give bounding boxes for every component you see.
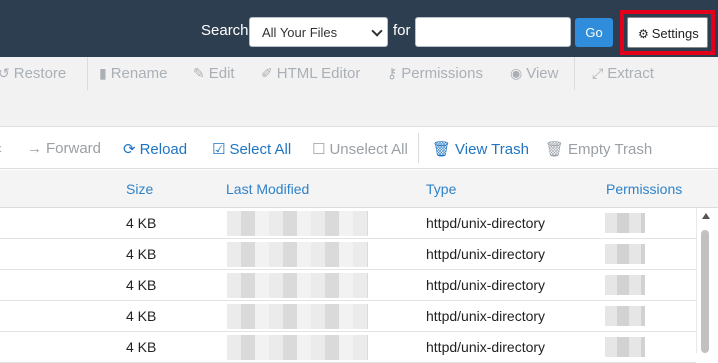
html-editor-button[interactable]: ✐ HTML Editor [261,65,360,82]
chevron-down-icon [371,25,383,37]
toolbar-divider [574,57,575,90]
column-type[interactable]: Type [426,181,456,197]
trash-icon: 🗑 [545,141,565,158]
restore-button[interactable]: ↺ Restore [0,65,66,82]
column-permissions[interactable]: Permissions [606,181,682,197]
redacted-date [227,273,368,298]
table-row[interactable]: 4 KB httpd/unix-directory [0,270,696,301]
redacted-date [227,242,368,267]
table-row[interactable]: 4 KB httpd/unix-directory [0,208,696,239]
table-row[interactable]: 4 KB httpd/unix-directory [0,332,696,363]
size-cell: 4 KB [126,277,157,293]
view-button[interactable]: ◉ View [510,65,558,82]
empty-trash-button[interactable]: 🗑 Empty Trash [545,140,652,158]
nav-divider [418,133,419,163]
type-cell: httpd/unix-directory [426,308,546,324]
type-cell: httpd/unix-directory [426,215,546,231]
type-cell: httpd/unix-directory [426,277,546,293]
permissions-button[interactable]: ⚷ Permissions [387,65,483,82]
search-scope-value: All Your Files [262,25,338,40]
scrollbar-thumb[interactable] [701,230,709,353]
reload-icon: ⟳ [123,141,136,158]
for-label: for [393,22,411,39]
pencil-icon: ✎ [193,65,205,81]
search-input[interactable] [415,17,571,47]
extract-button[interactable]: ⤢ Extract [592,65,654,82]
redacted-permissions [605,244,645,264]
top-search-bar: Search All Your Files for Go ⚙ Settings [0,0,718,57]
back-icon-fragment: ‹ [0,140,2,157]
checked-box-icon: ☑ [212,141,226,158]
eye-icon: ◉ [510,65,523,81]
column-size[interactable]: Size [126,181,153,197]
rename-button[interactable]: ▮ Rename [99,65,167,82]
trash-icon: 🗑 [432,141,452,158]
table-row[interactable]: 4 KB httpd/unix-directory [0,301,696,332]
restore-icon: ↺ [0,65,10,81]
settings-button[interactable]: ⚙ Settings [627,17,708,48]
redacted-permissions [605,275,645,295]
redacted-permissions [605,213,645,233]
edit-button[interactable]: ✎ Edit [193,65,235,82]
toolbar-divider [87,57,88,90]
table-row[interactable]: 4 KB httpd/unix-directory [0,239,696,270]
table-header: Size Last Modified Type Permissions [0,170,718,208]
redacted-date [227,335,368,360]
file-icon: ▮ [99,65,107,81]
unselect-all-button[interactable]: ☐ Unselect All [312,140,408,158]
redacted-date [227,304,368,329]
navigation-bar: ‹ →Forward ⟳Reload ☑Select All ☐Unselect… [0,127,718,169]
settings-label: Settings [651,26,699,41]
empty-box-icon: ☐ [312,141,326,158]
search-label: Search [201,22,249,39]
redacted-permissions [605,337,645,357]
file-toolbar: ↺ Restore ▮ Rename ✎ Edit ✐ HTML Editor ⚷ Per… [0,57,718,127]
scroll-up-arrow-icon[interactable] [702,213,710,219]
vertical-scrollbar[interactable] [696,208,718,353]
arrow-right-icon: → [27,140,42,157]
column-last-modified[interactable]: Last Modified [226,181,309,197]
type-cell: httpd/unix-directory [426,246,546,262]
view-trash-button[interactable]: 🗑 View Trash [432,140,529,158]
reload-button[interactable]: ⟳ Reload [123,140,187,158]
search-scope-select[interactable]: All Your Files [249,17,388,47]
size-cell: 4 KB [126,215,157,231]
select-all-button[interactable]: ☑ Select All [212,140,291,158]
forward-button[interactable]: → Forward [27,140,101,157]
gear-icon: ⚙ [638,27,649,41]
edit-box-icon: ✐ [261,65,273,81]
expand-icon: ⤢ [592,65,604,81]
size-cell: 4 KB [126,308,157,324]
redacted-permissions [605,306,645,326]
go-button[interactable]: Go [575,18,613,47]
redacted-date [227,211,368,236]
key-icon: ⚷ [387,65,398,81]
size-cell: 4 KB [126,246,157,262]
